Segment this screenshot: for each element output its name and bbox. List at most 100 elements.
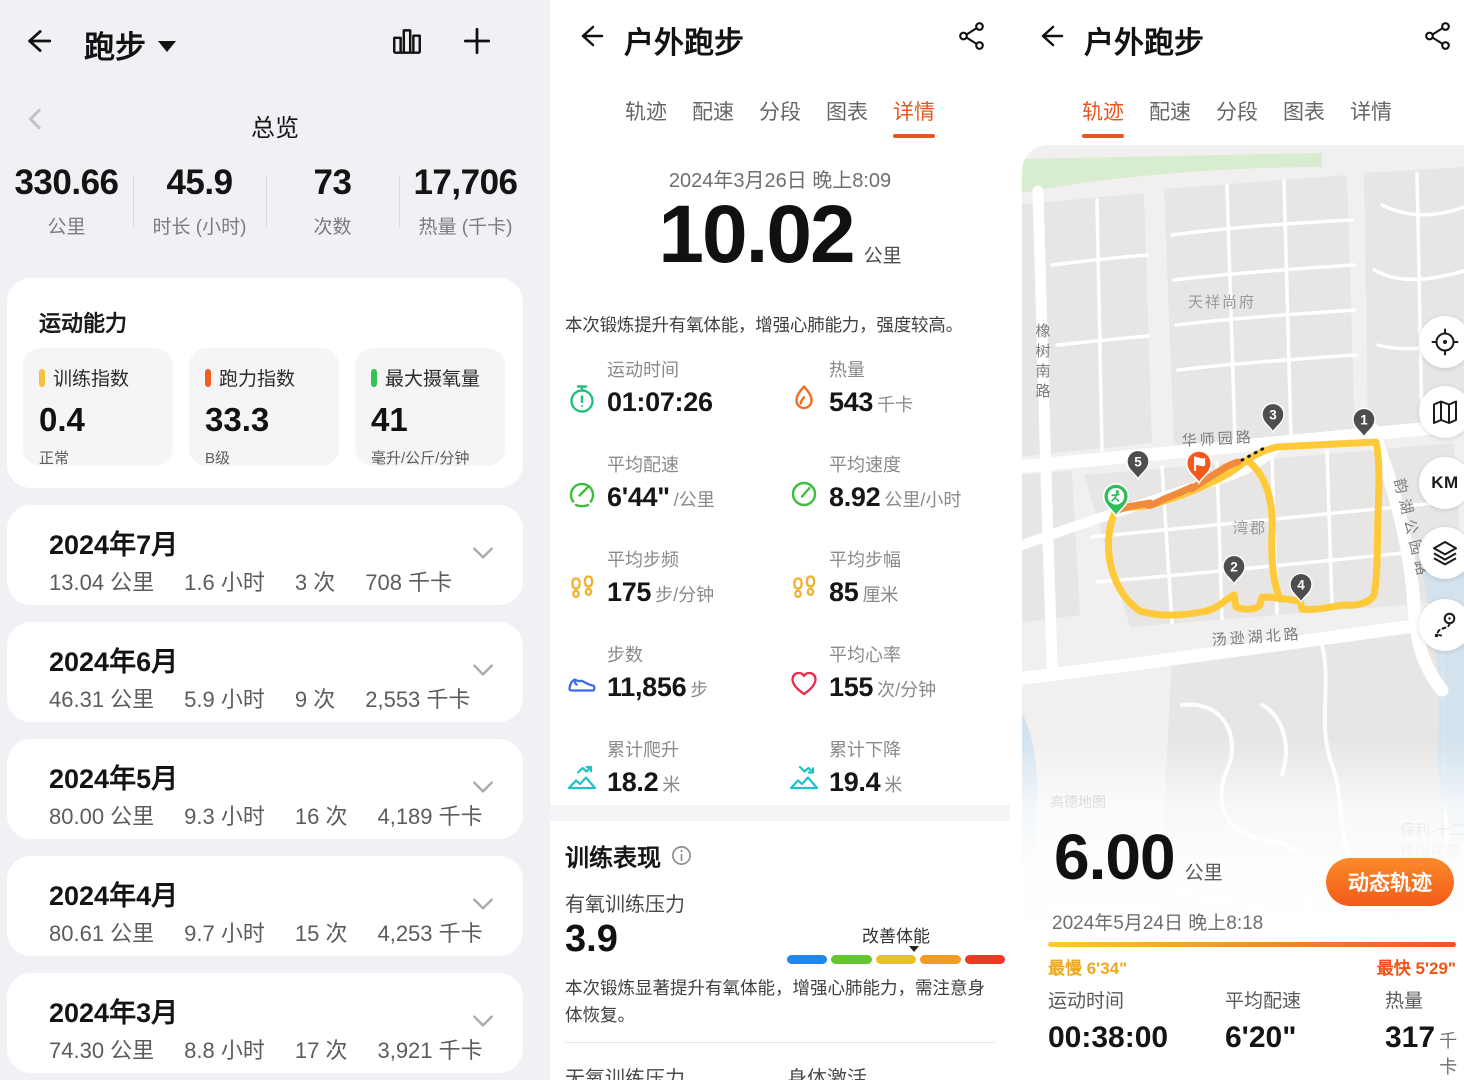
fastest-pace-label: 最快 5'29" xyxy=(1377,954,1456,979)
stat-avg-stride: 平均步幅 85厘米 xyxy=(787,538,1005,633)
stat-calories: 热量 543千卡 xyxy=(787,348,1005,443)
run-date: 2024年5月24日 晚上8:18 xyxy=(1052,908,1263,935)
layers-button[interactable] xyxy=(1419,527,1464,579)
stat-avg-heart-rate: 平均心率 155次/分钟 xyxy=(787,633,1005,728)
workout-summary: 本次锻炼提升有氧体能，增强心肺能力，强度较高。 xyxy=(565,312,998,337)
track-map-screen: 户外跑步 轨迹 配速 分段 图表 详情 xyxy=(1010,0,1464,1080)
aerobic-stress-label: 有氧训练压力 xyxy=(565,888,685,917)
svg-text:5: 5 xyxy=(1134,455,1142,470)
tab-segments[interactable]: 分段 xyxy=(759,96,801,136)
aerobic-stress-description: 本次锻炼显著提升有氧体能，增强心肺能力，需注意身体恢复。 xyxy=(565,975,996,1029)
svg-text:3: 3 xyxy=(1269,408,1277,423)
stat-avg-pace: 平均配速 6'44"/公里 xyxy=(565,443,787,538)
scale-bar xyxy=(787,955,1005,964)
aerobic-stress-value: 3.9 xyxy=(565,918,618,961)
page-title: 户外跑步 xyxy=(624,18,744,62)
back-icon[interactable] xyxy=(20,24,54,58)
vo2max-card[interactable]: 最大摄氧量 41 毫升/公斤/分钟 xyxy=(355,348,505,466)
body-activation-label: 身体激活 xyxy=(787,1062,867,1080)
detail-tabs: 轨迹 配速 分段 图表 详情 xyxy=(550,96,1010,136)
stat-duration: 运动时间 01:07:26 xyxy=(565,348,787,443)
chevron-down-icon[interactable] xyxy=(471,896,495,912)
scale-label: 改善体能 xyxy=(787,922,1005,947)
flame-icon xyxy=(787,354,821,443)
locate-icon xyxy=(1429,326,1461,358)
section-title: 运动能力 xyxy=(39,306,127,338)
tab-details[interactable]: 详情 xyxy=(893,96,935,136)
add-icon[interactable] xyxy=(460,24,494,58)
route-map[interactable]: 天祥尚府 橡树南路 华师园路 湾郡 韵湖公园路 汤逊湖北路 保利·十二 橡树庄园… xyxy=(1022,145,1464,1080)
tab-pace[interactable]: 配速 xyxy=(692,96,734,136)
run-summary-overlay: 6.00 公里 动态轨迹 2024年5月24日 晚上8:18 最慢 6'34" … xyxy=(1022,740,1464,1080)
running-overview-screen: 跑步 总览 330.66 公里 45.9 时长 (小时) 73 次数 xyxy=(0,0,550,1080)
chevron-down-icon[interactable] xyxy=(471,779,495,795)
map-label-xiangshu-road: 橡树南路 xyxy=(1034,323,1051,403)
page-title: 跑步 xyxy=(84,22,146,67)
chevron-down-icon[interactable] xyxy=(471,545,495,561)
stat-total-distance: 330.66 公里 xyxy=(0,163,133,239)
color-pill xyxy=(39,369,45,387)
pace-gauge-icon xyxy=(565,449,599,538)
chevron-down-icon[interactable] xyxy=(471,662,495,678)
map-label-wanjun: 湾郡 xyxy=(1233,520,1267,537)
map-icon xyxy=(1429,396,1461,428)
share-icon[interactable] xyxy=(1422,20,1454,52)
stat-avg-speed: 平均速度 8.92公里/小时 xyxy=(787,443,1005,538)
run-stat-calories: 热量 317千卡 xyxy=(1385,986,1464,1079)
route-overview-button[interactable] xyxy=(1419,599,1464,651)
tab-segments[interactable]: 分段 xyxy=(1216,96,1258,136)
exercise-ability-card: 运动能力 训练指数 0.4 正常 跑力指数 33.3 B级 最大摄氧量 41 毫… xyxy=(7,278,523,488)
svg-text:1: 1 xyxy=(1360,413,1368,428)
footprints-icon xyxy=(565,544,599,633)
month-card-march[interactable]: 2024年3月 74.30 公里8.8 小时 17 次3,921 千卡 xyxy=(7,973,523,1073)
month-card-may[interactable]: 2024年5月 80.00 公里9.3 小时 16 次4,189 千卡 xyxy=(7,739,523,839)
running-index-card[interactable]: 跑力指数 33.3 B级 xyxy=(189,348,339,466)
tab-pace[interactable]: 配速 xyxy=(1149,96,1191,136)
tab-track[interactable]: 轨迹 xyxy=(625,96,667,136)
svg-text:4: 4 xyxy=(1297,578,1305,593)
tab-track[interactable]: 轨迹 xyxy=(1082,96,1124,136)
page-title: 户外跑步 xyxy=(1084,18,1204,62)
back-icon[interactable] xyxy=(574,20,606,52)
map-style-button[interactable] xyxy=(1419,386,1464,438)
share-icon[interactable] xyxy=(956,20,988,52)
map-label-tianxiang: 天祥尚府 xyxy=(1188,294,1256,311)
month-card-april[interactable]: 2024年4月 80.61 公里9.7 小时 15 次4,253 千卡 xyxy=(7,856,523,956)
month-card-june[interactable]: 2024年6月 46.31 公里5.9 小时 9 次2,553 千卡 xyxy=(7,622,523,722)
month-card-july[interactable]: 2024年7月 13.04 公里1.6 小时 3 次708 千卡 xyxy=(7,505,523,605)
tab-details[interactable]: 详情 xyxy=(1350,96,1392,136)
dynamic-track-button[interactable]: 动态轨迹 xyxy=(1326,858,1454,906)
stat-total-duration: 45.9 时长 (小时) xyxy=(133,163,266,239)
divider xyxy=(565,1042,995,1043)
color-pill xyxy=(371,369,377,387)
stat-total-count: 73 次数 xyxy=(266,163,399,239)
back-icon[interactable] xyxy=(1034,20,1066,52)
detail-tabs: 轨迹 配速 分段 图表 详情 xyxy=(1010,96,1464,136)
speedometer-icon xyxy=(787,449,821,538)
bar-chart-icon[interactable] xyxy=(390,24,424,58)
run-distance: 6.00 公里 xyxy=(1054,820,1223,894)
chevron-down-icon[interactable] xyxy=(471,1013,495,1029)
route-pin-icon xyxy=(1429,609,1461,641)
locate-button[interactable] xyxy=(1419,316,1464,368)
workout-stats-grid: 运动时间 01:07:26 热量 543千卡 平均配速 6'44"/公里 平均速… xyxy=(565,348,1005,823)
overview-title: 总览 xyxy=(0,108,550,143)
stat-steps: 步数 11,856步 xyxy=(565,633,787,728)
anaerobic-stress-label: 无氧训练压力 xyxy=(565,1062,685,1080)
section-divider xyxy=(550,805,1010,821)
color-pill xyxy=(205,369,211,387)
heart-icon xyxy=(787,639,821,728)
training-performance-title: 训练表现 xyxy=(565,838,692,873)
health-app: 跑步 总览 330.66 公里 45.9 时长 (小时) 73 次数 xyxy=(0,0,1464,1080)
info-icon[interactable] xyxy=(671,845,692,866)
km-toggle-button[interactable]: KM xyxy=(1419,457,1464,509)
training-index-card[interactable]: 训练指数 0.4 正常 xyxy=(23,348,173,466)
tab-charts[interactable]: 图表 xyxy=(826,96,868,136)
workout-detail-screen: 户外跑步 轨迹 配速 分段 图表 详情 2024年3月26日 晚上8:09 10… xyxy=(550,0,1010,1080)
tab-charts[interactable]: 图表 xyxy=(1283,96,1325,136)
stopwatch-icon xyxy=(565,354,599,443)
pace-gradient-bar xyxy=(1048,942,1456,947)
workout-distance: 10.02 公里 xyxy=(550,188,1010,282)
slowest-pace-label: 最慢 6'34" xyxy=(1048,954,1127,979)
sport-type-dropdown[interactable]: 跑步 xyxy=(84,22,176,67)
